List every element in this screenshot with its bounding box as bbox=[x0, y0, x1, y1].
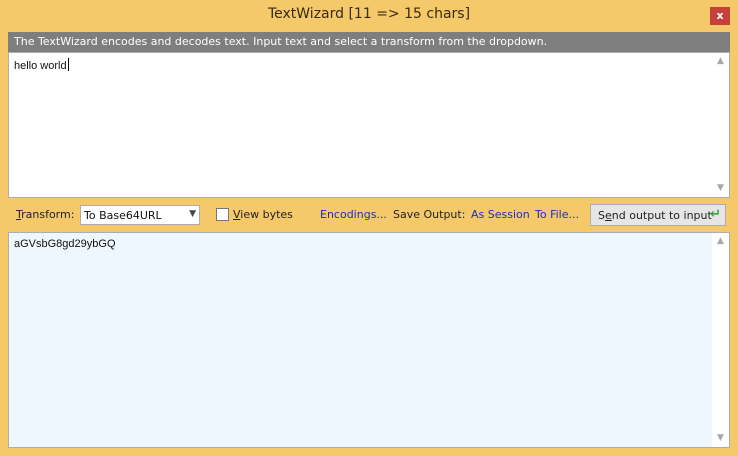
scroll-down-icon[interactable]: ▼ bbox=[712, 430, 729, 447]
scroll-up-icon[interactable]: ▲ bbox=[712, 233, 729, 250]
output-scrollbar[interactable]: ▲ ▼ bbox=[712, 233, 729, 447]
input-scrollbar[interactable]: ▲ ▼ bbox=[712, 53, 729, 197]
dropdown-arrow-icon: ▼ bbox=[189, 209, 196, 219]
scroll-down-icon[interactable]: ▼ bbox=[712, 180, 729, 197]
as-session-link[interactable]: As Session bbox=[471, 208, 530, 221]
toolbar: Transform: To Base64URL ▼ View bytes Enc… bbox=[8, 203, 730, 227]
output-text: aGVsbG8gd29ybGQ bbox=[14, 238, 116, 250]
transform-label: Transform: bbox=[16, 208, 75, 221]
save-output-label: Save Output: bbox=[393, 208, 466, 221]
send-arrow-icon: ↵ bbox=[710, 207, 721, 222]
transform-select[interactable]: To Base64URL ▼ bbox=[80, 205, 200, 225]
scroll-up-icon[interactable]: ▲ bbox=[712, 53, 729, 70]
transform-select-value: To Base64URL bbox=[84, 209, 162, 222]
input-text: hello world bbox=[14, 58, 69, 72]
view-bytes-label[interactable]: View bytes bbox=[233, 208, 293, 221]
to-file-link[interactable]: To File... bbox=[535, 208, 579, 221]
textwizard-window: TextWizard [11 => 15 chars] x The TextWi… bbox=[0, 0, 738, 456]
view-bytes-checkbox[interactable] bbox=[216, 208, 229, 221]
input-textarea[interactable]: hello world ▲ ▼ bbox=[8, 52, 730, 198]
description-banner: The TextWizard encodes and decodes text.… bbox=[8, 32, 730, 52]
encodings-link[interactable]: Encodings... bbox=[320, 208, 387, 221]
send-button-label: Send output to input bbox=[598, 209, 712, 222]
send-output-to-input-button[interactable]: Send output to input ↵ bbox=[590, 204, 726, 226]
title-bar[interactable]: TextWizard [11 => 15 chars] x bbox=[0, 0, 738, 31]
window-title: TextWizard [11 => 15 chars] bbox=[267, 6, 471, 22]
text-caret bbox=[67, 58, 69, 71]
close-icon: x bbox=[716, 9, 724, 22]
output-textarea[interactable]: aGVsbG8gd29ybGQ ▲ ▼ bbox=[8, 232, 730, 448]
close-button[interactable]: x bbox=[710, 7, 730, 25]
